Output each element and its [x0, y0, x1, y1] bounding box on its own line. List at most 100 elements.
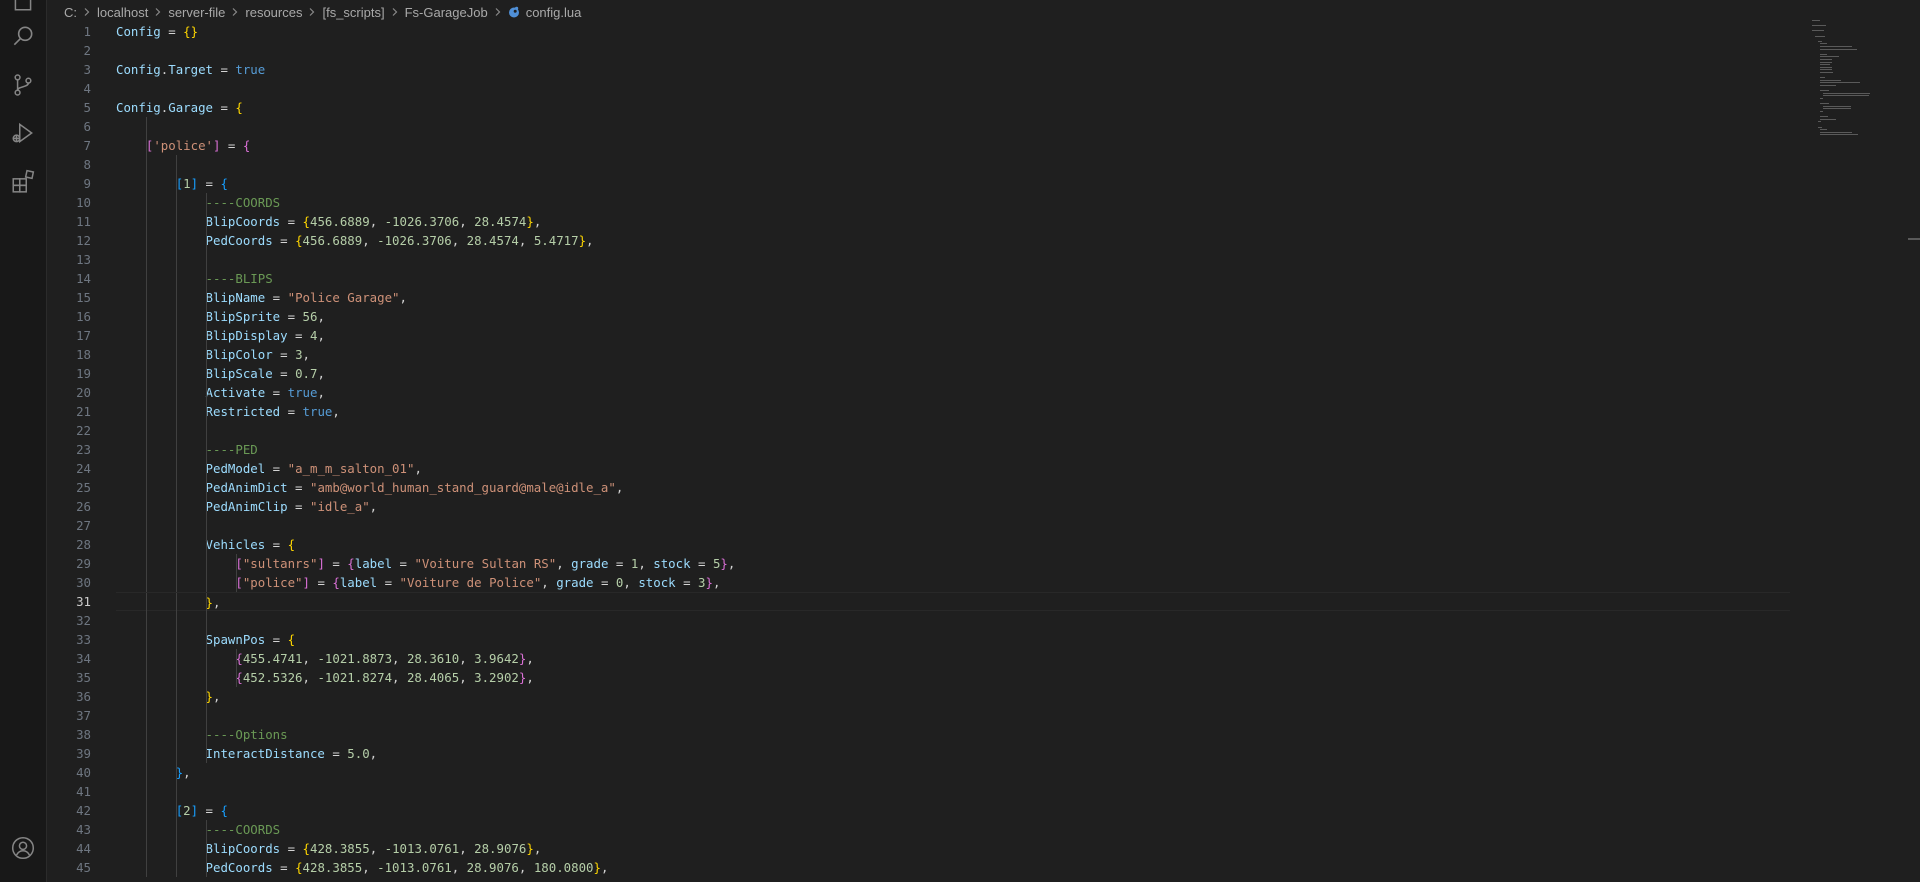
extensions-icon[interactable] — [9, 167, 37, 195]
indent-guide — [145, 117, 147, 136]
code-area[interactable]: Config = {} Config.Target = true Config.Ga… — [116, 22, 1790, 877]
code-line[interactable]: PedAnimClip = "idle_a", — [116, 497, 1790, 516]
code-line[interactable]: {455.4741, -1021.8873, 28.3610, 3.9642}, — [116, 649, 1790, 668]
code-token: 3.9642 — [474, 651, 519, 666]
code-token: } — [578, 233, 587, 248]
code-line[interactable]: SpawnPos = { — [116, 630, 1790, 649]
minimap-line — [1814, 35, 1825, 37]
files-icon[interactable] — [9, 0, 37, 14]
code-token: , — [533, 841, 542, 856]
indent-guide — [145, 155, 147, 174]
indent-guide — [175, 725, 177, 744]
code-line[interactable]: ----Options — [116, 725, 1790, 744]
code-line[interactable]: Config.Garage = { — [116, 98, 1790, 117]
code-token: InteractDistance — [205, 746, 325, 761]
code-line[interactable]: ["sultanrs"] = {label = "Voiture Sultan … — [116, 554, 1790, 573]
indent-guide — [145, 858, 147, 877]
code-line[interactable] — [116, 782, 1790, 801]
code-line[interactable] — [116, 706, 1790, 725]
indent-guide — [205, 725, 207, 744]
account-icon[interactable] — [9, 834, 37, 862]
search-icon[interactable] — [9, 22, 37, 50]
line-number: 7 — [83, 138, 91, 153]
code-line[interactable]: Restricted = true, — [116, 402, 1790, 421]
vertical-scrollbar[interactable] — [1906, 0, 1920, 882]
indent-guide — [205, 345, 207, 364]
code-line[interactable]: BlipColor = 3, — [116, 345, 1790, 364]
breadcrumb-item[interactable]: localhost — [97, 5, 148, 20]
code-token: , — [712, 575, 721, 590]
indent-guide — [145, 668, 147, 687]
code-token: PedCoords — [205, 860, 273, 875]
code-line[interactable]: [2] = { — [116, 801, 1790, 820]
code-token: Activate — [205, 385, 266, 400]
code-line[interactable]: }, — [116, 687, 1790, 706]
code-token: , — [183, 765, 191, 780]
code-line[interactable]: Config.Target = true — [116, 60, 1790, 79]
code-token: Config — [116, 62, 161, 77]
code-line[interactable]: PedAnimDict = "amb@world_human_stand_gua… — [116, 478, 1790, 497]
code-line[interactable] — [116, 421, 1790, 440]
code-line[interactable]: {452.5326, -1021.8274, 28.4065, 3.2902}, — [116, 668, 1790, 687]
code-token: , — [451, 860, 467, 875]
breadcrumb-item[interactable]: C: — [64, 5, 77, 20]
code-line[interactable]: Vehicles = { — [116, 535, 1790, 554]
code-line[interactable]: Config = {} — [116, 22, 1790, 41]
code-line[interactable]: BlipSprite = 56, — [116, 307, 1790, 326]
code-line[interactable]: Activate = true, — [116, 383, 1790, 402]
breadcrumb-item[interactable]: [fs_scripts] — [322, 5, 384, 20]
code-token: , — [615, 480, 624, 495]
code-line[interactable]: InteractDistance = 5.0, — [116, 744, 1790, 763]
breadcrumb-item[interactable]: Fs-GarageJob — [405, 5, 488, 20]
code-line[interactable]: ['police'] = { — [116, 136, 1790, 155]
code-line[interactable]: PedModel = "a_m_m_salton_01", — [116, 459, 1790, 478]
code-token: = — [377, 575, 400, 590]
breadcrumb-item[interactable]: resources — [245, 5, 302, 20]
code-line[interactable] — [116, 250, 1790, 269]
line-number: 12 — [76, 233, 91, 248]
code-line[interactable]: BlipDisplay = 4, — [116, 326, 1790, 345]
code-line[interactable]: PedCoords = {456.6889, -1026.3706, 28.45… — [116, 231, 1790, 250]
code-line[interactable] — [116, 41, 1790, 60]
code-line[interactable] — [116, 117, 1790, 136]
minimap-line — [1820, 53, 1827, 55]
code-line[interactable]: BlipCoords = {456.6889, -1026.3706, 28.4… — [116, 212, 1790, 231]
code-line[interactable]: BlipName = "Police Garage", — [116, 288, 1790, 307]
line-number: 38 — [76, 727, 91, 742]
indent-guide — [145, 630, 147, 649]
code-line[interactable]: BlipCoords = {428.3855, -1013.0761, 28.9… — [116, 839, 1790, 858]
indent-guide — [145, 440, 147, 459]
minimap[interactable] — [1812, 20, 1892, 150]
code-line[interactable]: ["police"] = {label = "Voiture de Police… — [116, 573, 1790, 592]
source-control-icon[interactable] — [9, 71, 37, 99]
code-token: } — [205, 689, 213, 704]
code-line[interactable]: BlipScale = 0.7, — [116, 364, 1790, 383]
code-line[interactable]: ----COORDS — [116, 193, 1790, 212]
code-line[interactable]: }, — [116, 763, 1790, 782]
code-token: BlipName — [205, 290, 266, 305]
code-line[interactable]: ----PED — [116, 440, 1790, 459]
code-line[interactable] — [116, 611, 1790, 630]
code-line-active[interactable]: }, — [116, 592, 1790, 612]
breadcrumb-item[interactable]: server-file — [168, 5, 225, 20]
editor[interactable]: C: localhost server-file resources [fs_scrip… — [47, 0, 1920, 882]
code-token: BlipColor — [205, 347, 273, 362]
code-line[interactable]: PedCoords = {428.3855, -1013.0761, 28.90… — [116, 858, 1790, 877]
code-line[interactable]: ----BLIPS — [116, 269, 1790, 288]
code-token: , — [369, 746, 378, 761]
breadcrumb-item[interactable]: config.lua — [526, 5, 582, 20]
code-line[interactable]: [1] = { — [116, 174, 1790, 193]
code-line[interactable] — [116, 155, 1790, 174]
minimap-line — [1820, 98, 1824, 99]
code-token: 452.5326 — [242, 670, 303, 685]
code-line[interactable] — [116, 79, 1790, 98]
minimap-line — [1820, 129, 1828, 131]
code-line[interactable]: ----COORDS — [116, 820, 1790, 839]
code-token: = — [324, 746, 348, 761]
code-line[interactable] — [116, 516, 1790, 535]
run-debug-icon[interactable] — [9, 119, 37, 147]
code-token: ----Options — [205, 727, 288, 742]
